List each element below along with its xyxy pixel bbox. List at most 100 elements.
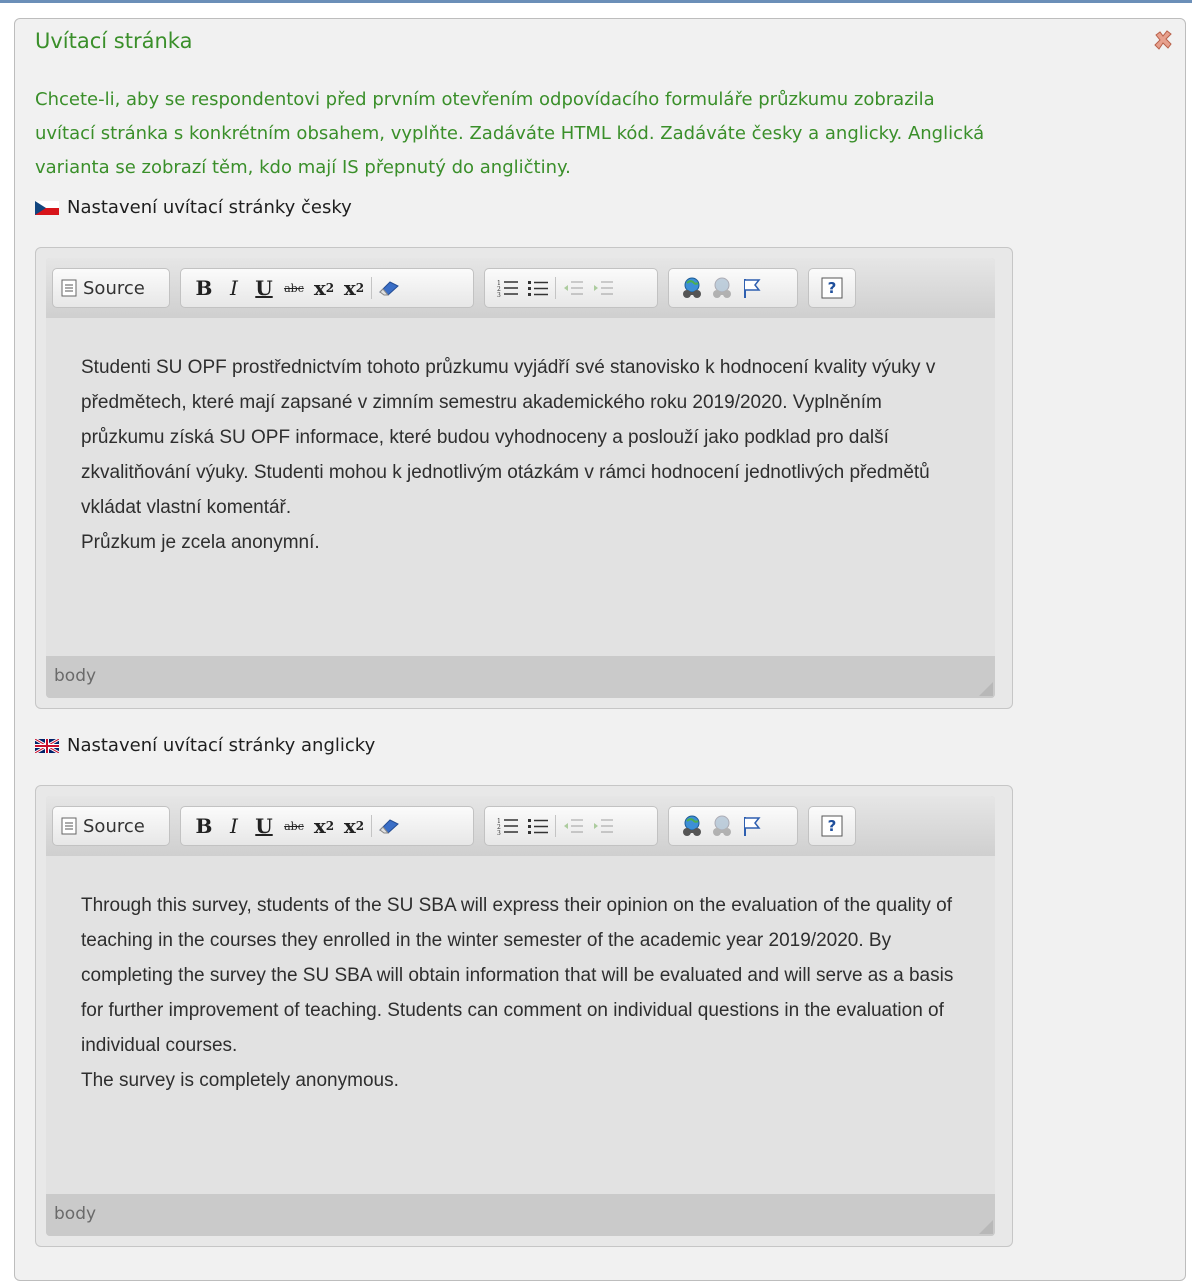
remove-format-button[interactable] <box>374 272 404 304</box>
link-icon <box>683 277 701 298</box>
help-button[interactable]: ? <box>817 272 847 304</box>
superscript-label: x <box>343 814 356 838</box>
svg-text:3: 3 <box>497 830 501 836</box>
remove-format-icon <box>379 819 399 834</box>
help-icon: ? <box>821 815 843 837</box>
list-group: 123 <box>484 268 658 308</box>
anchor-icon <box>744 817 761 836</box>
source-icon <box>61 817 77 835</box>
svg-text:?: ? <box>828 279 837 297</box>
subscript-label: x <box>313 814 326 838</box>
toolbar-separator <box>555 277 556 299</box>
outdent-icon <box>564 819 583 833</box>
list-group: 123 <box>484 806 658 846</box>
numbered-list-icon: 123 <box>497 280 518 298</box>
close-icon[interactable] <box>1151 28 1175 52</box>
source-button[interactable]: Source <box>53 810 148 842</box>
italic-button[interactable]: I <box>219 810 249 842</box>
unlink-icon <box>713 277 731 298</box>
bulleted-list-icon <box>528 819 548 834</box>
outdent-icon <box>564 281 583 295</box>
source-group: Source <box>52 806 170 846</box>
superscript-button[interactable]: x2 <box>339 810 369 842</box>
bulleted-list-button[interactable] <box>523 272 553 304</box>
anchor-icon <box>744 279 761 298</box>
welcome-page-panel: Uvítací stránka Chcete-li, aby se respon… <box>14 18 1186 1281</box>
bold-button[interactable]: B <box>189 810 219 842</box>
czech-paragraph: Studenti SU OPF prostřednictvím tohoto p… <box>81 357 936 518</box>
help-icon: ? <box>821 277 843 299</box>
unlink-icon <box>713 815 731 836</box>
english-section-label-text: Nastavení uvítací stránky anglicky <box>67 735 376 756</box>
element-path[interactable]: body <box>54 1204 96 1224</box>
bulleted-list-icon <box>528 281 548 296</box>
source-icon <box>61 279 77 297</box>
source-label: Source <box>83 815 145 837</box>
remove-format-icon <box>379 281 399 296</box>
outdent-button[interactable] <box>558 810 588 842</box>
help-group: ? <box>808 806 856 846</box>
superscript-button[interactable]: x2 <box>339 272 369 304</box>
underline-button[interactable]: U <box>249 810 279 842</box>
numbered-list-icon: 123 <box>497 818 518 836</box>
link-group <box>668 268 798 308</box>
anchor-button[interactable] <box>737 272 767 304</box>
english-rich-text-editor: Source B I U abc x2 x2 1 2 3 ? Through t… <box>35 785 1013 1247</box>
indent-icon <box>594 281 613 295</box>
outdent-button[interactable] <box>558 272 588 304</box>
numbered-list-button[interactable]: 123 <box>493 810 523 842</box>
link-button[interactable] <box>677 810 707 842</box>
subscript-label: x <box>313 276 326 300</box>
link-button[interactable] <box>677 272 707 304</box>
link-icon <box>683 815 701 836</box>
format-group: B I U abc x2 x2 <box>180 806 474 846</box>
czech-paragraph: Průzkum je zcela anonymní. <box>81 532 320 553</box>
intro-text: Chcete-li, aby se respondentovi před prv… <box>35 89 985 178</box>
indent-button[interactable] <box>588 810 618 842</box>
czech-editor-toolbar: Source B I U abc x2 x2 1 2 3 ? <box>46 258 995 318</box>
italic-button[interactable]: I <box>219 272 249 304</box>
czech-rich-text-editor: Source B I U abc x2 x2 1 2 3 ? Studenti … <box>35 247 1013 709</box>
english-section-label: Nastavení uvítací stránky anglicky <box>35 735 375 756</box>
format-group: B I U abc x2 x2 <box>180 268 474 308</box>
superscript-label: x <box>343 276 356 300</box>
source-label: Source <box>83 277 145 299</box>
english-paragraph: The survey is completely anonymous. <box>81 1070 399 1091</box>
remove-format-button[interactable] <box>374 810 404 842</box>
subscript-button[interactable]: x2 <box>309 272 339 304</box>
english-editor-status-bar: body <box>46 1194 995 1236</box>
czech-flag-icon <box>35 200 59 215</box>
english-editor-toolbar: Source B I U abc x2 x2 1 2 3 ? <box>46 796 995 856</box>
svg-text:?: ? <box>828 817 837 835</box>
czech-editor-content[interactable]: Studenti SU OPF prostřednictvím tohoto p… <box>46 318 995 656</box>
underline-button[interactable]: U <box>249 272 279 304</box>
source-button[interactable]: Source <box>53 272 148 304</box>
top-border-line <box>0 0 1192 3</box>
resize-grip-icon[interactable] <box>979 1220 993 1234</box>
help-group: ? <box>808 268 856 308</box>
resize-grip-icon[interactable] <box>979 682 993 696</box>
english-editor-content[interactable]: Through this survey, students of the SU … <box>46 856 995 1194</box>
anchor-button[interactable] <box>737 810 767 842</box>
indent-button[interactable] <box>588 272 618 304</box>
help-button[interactable]: ? <box>817 810 847 842</box>
panel-title: Uvítací stránka <box>35 29 193 53</box>
czech-editor-status-bar: body <box>46 656 995 698</box>
subscript-button[interactable]: x2 <box>309 810 339 842</box>
czech-section-label: Nastavení uvítací stránky česky <box>35 197 352 218</box>
unlink-button[interactable] <box>707 810 737 842</box>
uk-flag-icon <box>35 738 59 753</box>
strikethrough-button[interactable]: abc <box>279 272 309 304</box>
toolbar-separator <box>371 277 372 299</box>
unlink-button[interactable] <box>707 272 737 304</box>
czech-section-label-text: Nastavení uvítací stránky česky <box>67 197 352 218</box>
strikethrough-button[interactable]: abc <box>279 810 309 842</box>
source-group: Source <box>52 268 170 308</box>
bold-button[interactable]: B <box>189 272 219 304</box>
english-paragraph: Through this survey, students of the SU … <box>81 895 954 1056</box>
numbered-list-button[interactable]: 123 <box>493 272 523 304</box>
toolbar-separator <box>555 815 556 837</box>
element-path[interactable]: body <box>54 666 96 686</box>
link-group <box>668 806 798 846</box>
bulleted-list-button[interactable] <box>523 810 553 842</box>
